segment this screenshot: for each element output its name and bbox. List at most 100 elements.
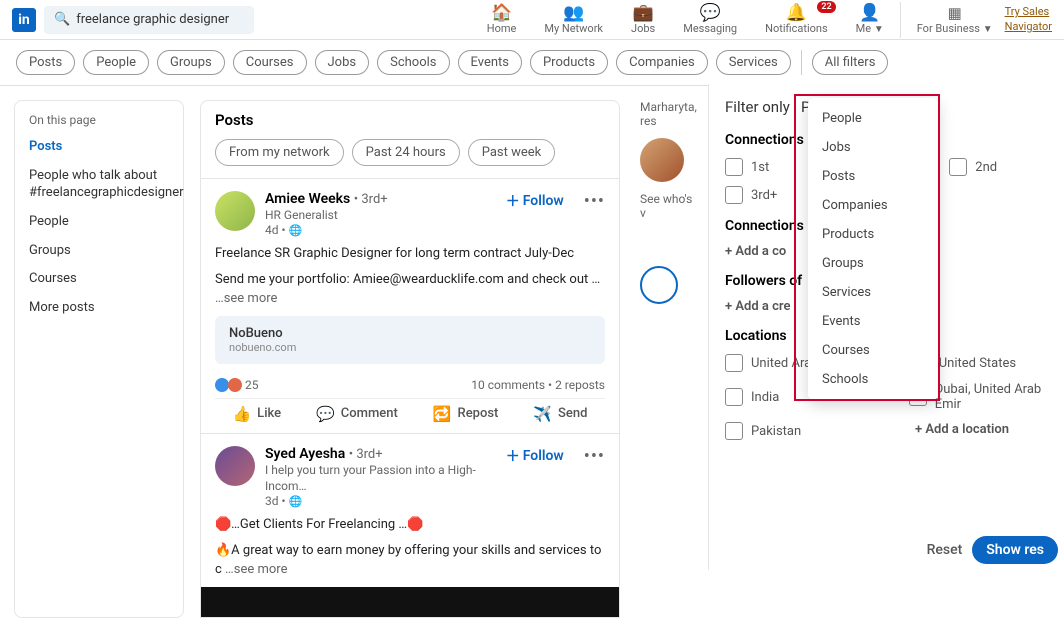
search-input[interactable] — [76, 12, 244, 27]
nav-home[interactable]: 🏠Home — [487, 5, 517, 35]
try-sales-link[interactable]: Try Sales — [1005, 5, 1052, 19]
nav-notif-label: Notifications — [765, 22, 828, 35]
onpage-link[interactable]: Groups — [29, 243, 169, 260]
reactions-summary[interactable]: 25 — [215, 378, 259, 392]
post-time: 4d • — [265, 223, 286, 237]
filter-pill-schools[interactable]: Schools — [377, 50, 449, 75]
show-results-button[interactable]: Show res — [972, 536, 1058, 564]
nav-me[interactable]: 👤Me ▼ — [856, 5, 884, 35]
plus-icon: ＋ — [506, 191, 520, 211]
filter-pill-services[interactable]: Services — [716, 50, 791, 75]
plus-icon: ＋ — [506, 446, 520, 466]
post-text: 🛑…Get Clients For Freelancing …🛑 — [215, 516, 605, 534]
posts-title: Posts — [215, 111, 605, 129]
filter-pill-posts[interactable]: Posts — [16, 50, 75, 75]
grid-icon: ▦ — [948, 4, 962, 22]
check-3rd[interactable]: 3rd+ — [725, 186, 777, 204]
dropdown-item-jobs[interactable]: Jobs — [808, 133, 938, 162]
people-icon: 👥 — [563, 5, 584, 22]
dropdown-item-schools[interactable]: Schools — [808, 365, 938, 394]
filter-pre-text: Filter only — [725, 98, 790, 116]
dropdown-item-services[interactable]: Services — [808, 278, 938, 307]
nav-notifications[interactable]: 🔔22Notifications — [765, 5, 828, 35]
check-2nd[interactable]: 2nd — [949, 158, 997, 176]
comment-button[interactable]: 💬Comment — [316, 405, 398, 423]
nav-jobs[interactable]: 💼Jobs — [631, 5, 655, 35]
post-time: 3d • — [265, 494, 286, 508]
avatar[interactable] — [215, 446, 255, 486]
checkbox-icon — [725, 158, 743, 176]
home-icon: 🏠 — [491, 5, 512, 22]
more-menu[interactable]: ••• — [584, 446, 605, 467]
subfilter-pill[interactable]: Past 24 hours — [352, 139, 460, 166]
author-role: I help you turn your Passion into a High… — [265, 462, 496, 494]
onpage-link[interactable]: Posts — [29, 139, 169, 156]
navigator-link[interactable]: Navigator — [1005, 20, 1052, 34]
follow-button[interactable]: ＋Follow — [506, 191, 564, 211]
subfilter-pill[interactable]: Past week — [468, 139, 556, 166]
search-box[interactable]: 🔍 — [44, 6, 254, 34]
globe-icon: 🌐 — [289, 224, 303, 237]
like-button[interactable]: 👍Like — [232, 405, 281, 423]
nav-network[interactable]: 👥My Network — [544, 5, 603, 35]
subfilter-pill[interactable]: From my network — [215, 139, 344, 166]
filter-pill-groups[interactable]: Groups — [157, 50, 225, 75]
author-name[interactable]: Amiee Weeks — [265, 191, 350, 207]
on-page-header: On this page — [29, 113, 169, 127]
dropdown-item-groups[interactable]: Groups — [808, 249, 938, 278]
filter-pill-companies[interactable]: Companies — [616, 50, 708, 75]
filter-pill-jobs[interactable]: Jobs — [315, 50, 370, 75]
onpage-link[interactable]: More posts — [29, 300, 169, 317]
filter-pill-all-filters[interactable]: All filters — [812, 50, 889, 75]
send-button[interactable]: ✈️Send — [533, 405, 587, 423]
add-location-link[interactable]: + Add a location — [915, 422, 1009, 440]
onpage-link[interactable]: Courses — [29, 271, 169, 288]
on-this-page-panel: On this page Posts People who talk about … — [14, 100, 184, 618]
chat-icon: 💬 — [700, 5, 721, 22]
dropdown-item-posts[interactable]: Posts — [808, 162, 938, 191]
nav-biz-label: For Business — [917, 22, 980, 35]
peek-text: See who's v — [640, 192, 700, 220]
nav-jobs-label: Jobs — [631, 22, 655, 35]
reset-button[interactable]: Reset — [927, 542, 963, 558]
nav-messaging[interactable]: 💬Messaging — [683, 5, 737, 35]
post-text-line: Send me your portfolio: Amiee@wearduckli… — [215, 272, 600, 287]
dropdown-item-courses[interactable]: Courses — [808, 336, 938, 365]
filter-pill-products[interactable]: Products — [530, 50, 608, 75]
author-name[interactable]: Syed Ayesha — [265, 446, 345, 462]
check-label: 2nd — [975, 160, 997, 175]
check-1st[interactable]: 1st — [725, 158, 769, 176]
more-menu[interactable]: ••• — [584, 191, 605, 212]
comments-count: 10 comments — [471, 378, 545, 392]
bell-icon: 🔔 — [786, 5, 807, 22]
open-circle-icon[interactable] — [640, 266, 678, 304]
follow-button[interactable]: ＋Follow — [506, 446, 564, 466]
check-label: 3rd+ — [751, 188, 777, 203]
dropdown-item-people[interactable]: People — [808, 104, 938, 133]
dropdown-item-products[interactable]: Products — [808, 220, 938, 249]
onpage-link[interactable]: People — [29, 214, 169, 231]
globe-icon: 🌐 — [289, 495, 303, 508]
avatar[interactable] — [215, 191, 255, 231]
dropdown-item-companies[interactable]: Companies — [808, 191, 938, 220]
comment-repost-stats[interactable]: 10 comments • 2 reposts — [471, 378, 605, 392]
onpage-link[interactable]: People who talk about #freelancegraphicd… — [29, 168, 169, 202]
see-more-link[interactable]: …see more — [215, 291, 277, 306]
post: Syed Ayesha • 3rd+ I help you turn your … — [200, 434, 620, 618]
linkedin-logo[interactable]: in — [12, 8, 36, 32]
notif-badge: 22 — [817, 1, 835, 13]
author-role: HR Generalist — [265, 207, 496, 223]
filter-pill-courses[interactable]: Courses — [233, 50, 307, 75]
post-text: Send me your portfolio: Amiee@wearduckli… — [215, 271, 605, 307]
link-preview[interactable]: NoBueno nobueno.com — [215, 316, 605, 364]
check-label: United States — [939, 356, 1016, 371]
filter-pill-people[interactable]: People — [83, 50, 149, 75]
see-more-link[interactable]: …see more — [225, 562, 287, 577]
repost-button[interactable]: 🔁Repost — [433, 405, 499, 423]
nav-business[interactable]: ▦For Business ▼ — [917, 4, 993, 35]
filter-pill-events[interactable]: Events — [458, 50, 522, 75]
avatar — [640, 138, 684, 182]
dropdown-item-events[interactable]: Events — [808, 307, 938, 336]
post-media[interactable] — [201, 587, 619, 617]
loc-pakistan[interactable]: Pakistan — [725, 422, 875, 440]
